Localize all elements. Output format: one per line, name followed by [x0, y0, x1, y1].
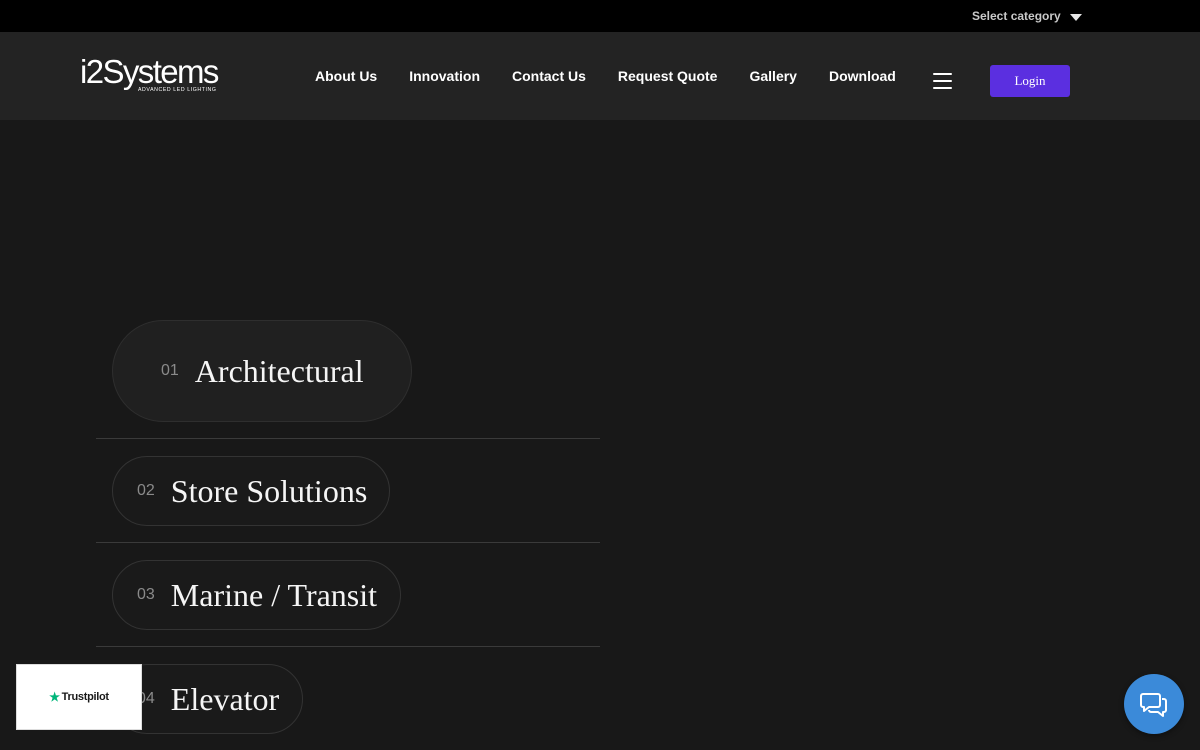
nav-download[interactable]: Download [829, 68, 896, 84]
category-number: 03 [137, 586, 155, 603]
category-label: Architectural [194, 352, 364, 389]
chat-button[interactable] [1124, 674, 1184, 734]
row-divider [96, 646, 600, 647]
category-label: Marine / Transit [170, 576, 378, 613]
nav-request-quote[interactable]: Request Quote [618, 68, 718, 84]
nav-gallery[interactable]: Gallery [749, 68, 796, 84]
hamburger-icon[interactable] [933, 73, 953, 89]
row-divider [96, 542, 600, 543]
trustpilot-widget[interactable]: ★ Trustpilot [16, 664, 142, 730]
category-label: Store Solutions [170, 472, 368, 509]
category-number: 02 [137, 482, 155, 499]
category-select[interactable]: Select category [972, 0, 1082, 32]
nav-about-us[interactable]: About Us [315, 68, 377, 84]
row-divider [96, 438, 600, 439]
category-pill-architectural[interactable]: 01 Architectural [112, 320, 412, 422]
category-pill-marine-transit[interactable]: 03 Marine / Transit [112, 560, 401, 630]
login-button[interactable]: Login [990, 65, 1070, 97]
category-pill-store-solutions[interactable]: 02 Store Solutions [112, 456, 390, 526]
logo-tagline: ADVANCED LED LIGHTING [138, 87, 217, 93]
top-bar: Select category [0, 0, 1200, 32]
chat-icon [1140, 693, 1167, 717]
caret-down-icon [1069, 13, 1082, 21]
logo[interactable]: i2Systems ADVANCED LED LIGHTING [80, 53, 230, 96]
star-icon: ★ [49, 690, 60, 704]
category-number: 01 [161, 362, 179, 379]
logo-text: i2Systems [80, 53, 219, 90]
category-label: Elevator [170, 680, 280, 717]
category-select-label: Select category [972, 9, 1061, 23]
trustpilot-label: Trustpilot [61, 691, 109, 703]
nav-innovation[interactable]: Innovation [409, 68, 480, 84]
main-nav: About Us Innovation Contact Us Request Q… [315, 32, 928, 120]
nav-contact-us[interactable]: Contact Us [512, 68, 586, 84]
